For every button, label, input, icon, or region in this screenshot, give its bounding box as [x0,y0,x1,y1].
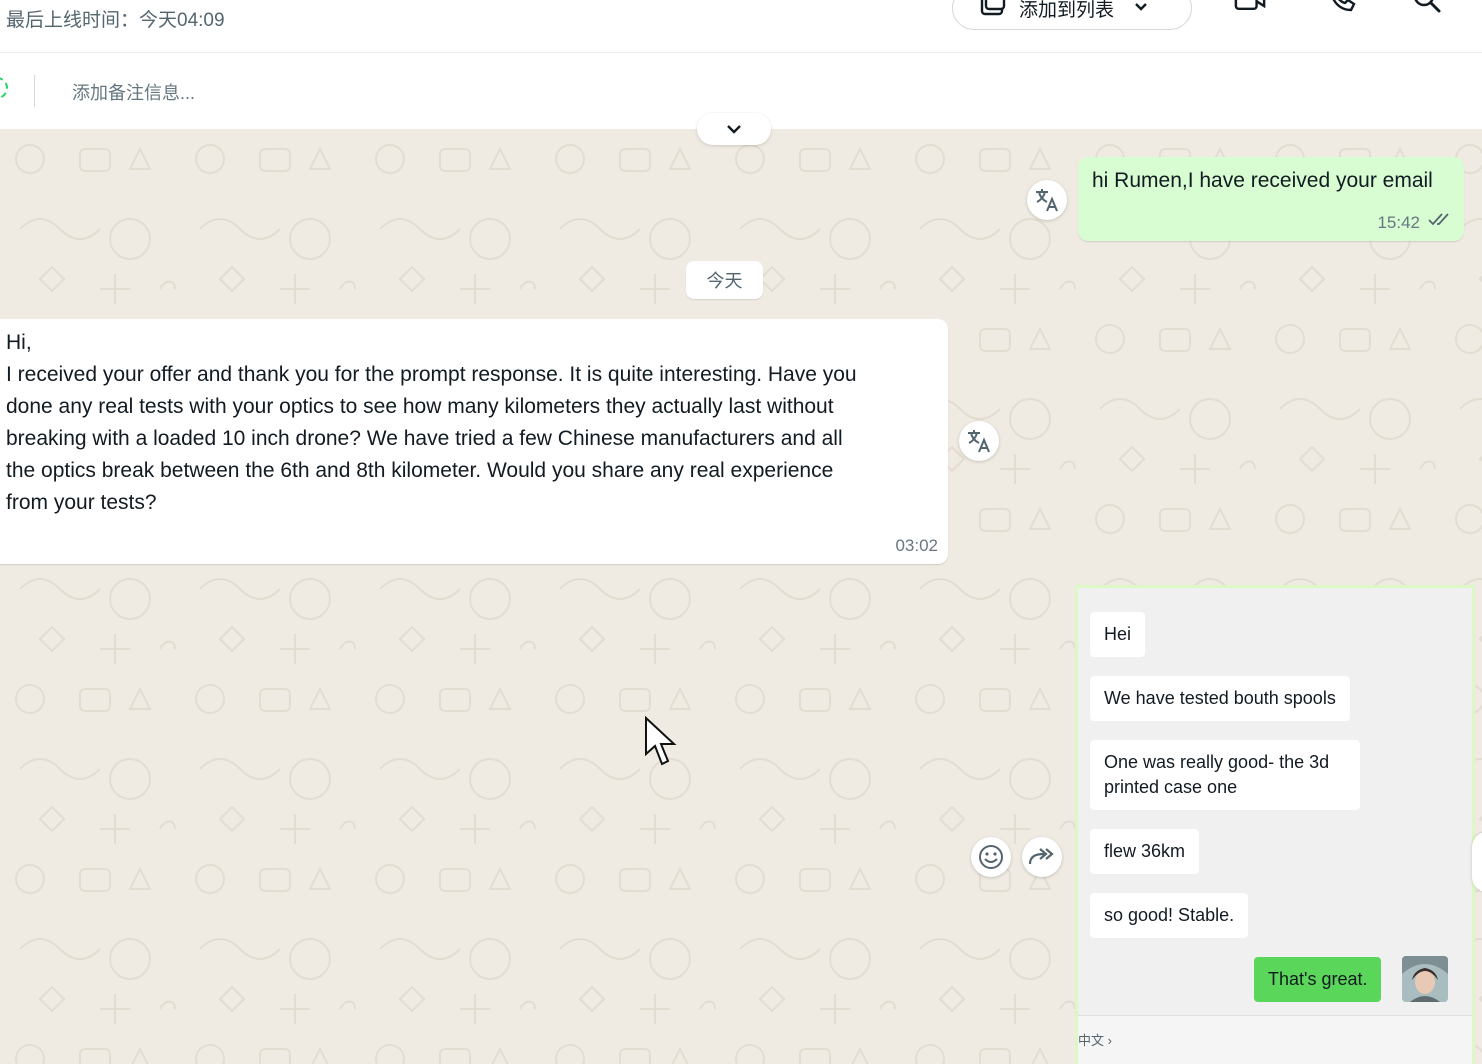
read-ticks-icon [1428,212,1452,231]
translate-icon [1036,189,1058,212]
language-link[interactable]: 中文 › [1078,1030,1112,1049]
mouse-cursor-icon [644,715,678,773]
search-icon[interactable] [1412,0,1444,20]
translate-icon [968,430,990,453]
emoji-reaction-button[interactable] [971,837,1011,877]
date-divider: 今天 [686,261,763,299]
card-message-line: One was really good- the 3d [1104,752,1330,772]
message-line: from your tests? [6,491,157,514]
status-ring-icon [0,77,8,99]
add-note-input[interactable]: 添加备注信息... [72,79,195,105]
add-to-list-button[interactable]: 添加到列表 [952,0,1192,30]
smiley-icon [979,845,1003,869]
collapse-note-button[interactable] [697,113,771,145]
translate-button[interactable] [959,421,999,461]
card-message: One was really good- the 3d printed case… [1090,740,1360,810]
add-to-list-label: 添加到列表 [1019,0,1115,21]
chat-screenshot-card[interactable]: Hei We have tested bouth spools One was … [1075,585,1475,1064]
voice-call-icon[interactable] [1326,0,1358,20]
chevron-down-icon [1134,0,1148,17]
message-line: breaking with a loaded 10 inch drone? We… [6,427,843,450]
card-footer: 中文 › [1078,1015,1472,1064]
message-line: the optics break between the 6th and 8th… [6,459,834,482]
forward-button[interactable] [1022,837,1062,877]
card-message: We have tested bouth spools [1090,676,1350,721]
card-message-line: printed case one [1104,777,1238,797]
side-panel-toggle[interactable] [1472,832,1482,892]
message-line: I received your offer and thank you for … [6,363,857,386]
card-message: Hei [1090,612,1146,657]
message-line: done any real tests with your optics to … [6,395,834,418]
chevron-down-icon [727,125,741,134]
message-time: 03:02 [895,536,938,555]
outgoing-message-bubble[interactable]: hi Rumen,I have received your email 15:4… [1078,157,1464,241]
avatar [1402,956,1448,1002]
forward-icon [1028,848,1054,865]
message-time: 15:42 [1377,213,1420,232]
chat-header: 最后上线时间：今天04:09 添加到列表 [0,0,1482,53]
message-line: Hi, [6,331,32,354]
card-message-own: That's great. [1254,957,1382,1002]
video-call-icon[interactable] [1234,0,1266,20]
translate-button[interactable] [1027,180,1067,220]
last-seen-status: 最后上线时间：今天04:09 [6,10,225,31]
card-message: so good! Stable. [1090,893,1249,938]
divider [34,75,35,107]
list-add-icon [979,0,1007,25]
incoming-message-bubble[interactable]: Hi, I received your offer and thank you … [0,319,948,564]
card-message: flew 36km [1090,829,1200,874]
message-text: hi Rumen,I have received your email [1092,169,1433,192]
